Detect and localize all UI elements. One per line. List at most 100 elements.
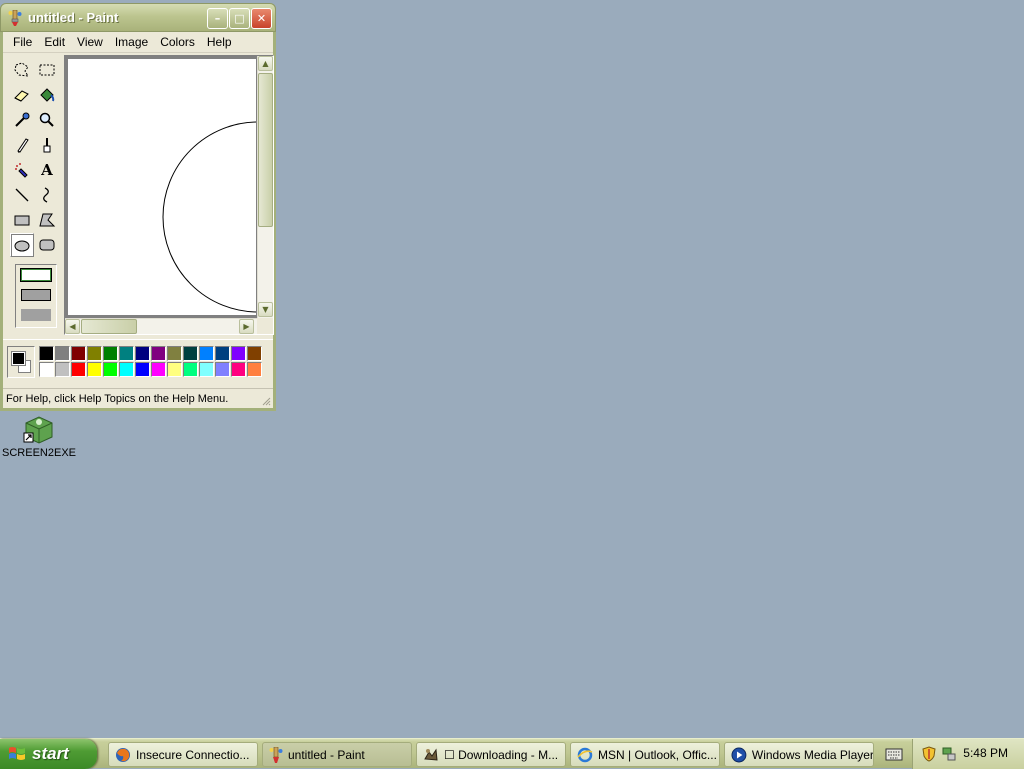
screen2exe-icon [23, 416, 53, 444]
start-label: start [32, 744, 69, 763]
palette-swatch[interactable] [151, 346, 166, 361]
palette-swatch[interactable] [167, 346, 182, 361]
menu-help[interactable]: Help [201, 33, 238, 51]
menu-bar: File Edit View Image Colors Help [3, 32, 273, 53]
paint-icon [269, 746, 283, 763]
palette-swatch[interactable] [55, 346, 70, 361]
taskbar-item-media-player[interactable]: Windows Media Player [724, 742, 874, 767]
network-icon[interactable] [941, 746, 957, 762]
clock[interactable]: 5:48 PM [963, 746, 1008, 760]
tool-line[interactable] [10, 183, 34, 207]
tool-curve[interactable] [35, 183, 59, 207]
taskbar-item-firefox[interactable]: Insecure Connectio... [108, 742, 258, 767]
line-icon [15, 188, 29, 202]
vertical-scrollbar[interactable]: ▲ ▼ [257, 56, 273, 318]
scroll-right-button[interactable]: ▶ [239, 319, 254, 334]
palette-swatch[interactable] [199, 362, 214, 377]
scroll-down-button[interactable]: ▼ [258, 302, 273, 317]
desktop-icon-label: SCREEN2EXE [2, 447, 76, 459]
palette-swatch[interactable] [87, 362, 102, 377]
windows-logo-icon [9, 747, 25, 760]
taskbar: start Insecure Connectio... untitled - P… [0, 738, 1024, 769]
scroll-up-button[interactable]: ▲ [258, 56, 273, 71]
tool-eraser[interactable] [10, 83, 34, 107]
drawing-canvas[interactable] [68, 59, 256, 315]
palette-swatch[interactable] [87, 346, 102, 361]
palette-swatch[interactable] [215, 362, 230, 377]
maximize-button[interactable]: □ [229, 8, 250, 29]
taskbar-item-downloading[interactable]: ☐ Downloading - M... [416, 742, 566, 767]
menu-view[interactable]: View [71, 33, 109, 51]
scroll-left-button[interactable]: ◀ [65, 319, 80, 334]
palette-swatch[interactable] [119, 362, 134, 377]
tool-text[interactable]: A [35, 158, 59, 182]
tool-magnifier[interactable] [35, 108, 59, 132]
horizontal-scrollbar[interactable]: ◀ ▶ [65, 318, 257, 334]
palette-swatch[interactable] [183, 362, 198, 377]
fill-style-outline-fill[interactable] [21, 289, 51, 301]
tool-fill-with-color[interactable] [35, 83, 59, 107]
palette-swatch[interactable] [247, 346, 262, 361]
tool-pencil[interactable] [10, 133, 34, 157]
palette-swatch[interactable] [39, 362, 54, 377]
security-shield-icon[interactable] [921, 746, 937, 762]
desktop-icon-screen2exe[interactable]: SCREEN2EXE [2, 413, 76, 465]
palette-swatch[interactable] [119, 346, 134, 361]
keyboard-icon[interactable] [884, 745, 904, 763]
color-box [3, 339, 273, 379]
palette-swatch[interactable] [231, 346, 246, 361]
canvas-area: ▲ ▼ ◀ ▶ [64, 55, 274, 335]
select-icon [39, 64, 55, 76]
taskbar-item-paint[interactable]: untitled - Paint [262, 742, 412, 767]
tool-select[interactable] [35, 58, 59, 82]
maximize-icon: □ [234, 12, 245, 25]
title-bar[interactable]: untitled - Paint – □ ✕ [0, 3, 276, 32]
menu-colors[interactable]: Colors [154, 33, 201, 51]
vertical-scroll-thumb[interactable] [258, 73, 273, 227]
palette-swatch[interactable] [183, 346, 198, 361]
menu-image[interactable]: Image [109, 33, 154, 51]
tool-polygon[interactable] [35, 208, 59, 232]
menu-edit[interactable]: Edit [38, 33, 71, 51]
palette-swatch[interactable] [135, 346, 150, 361]
tool-pick-color[interactable] [10, 108, 34, 132]
palette-swatch[interactable] [39, 346, 54, 361]
palette-swatch[interactable] [151, 362, 166, 377]
toolbox: A [7, 56, 61, 336]
horizontal-scroll-thumb[interactable] [81, 319, 137, 334]
tool-free-form-select[interactable] [10, 58, 34, 82]
menu-file[interactable]: File [7, 33, 38, 51]
resize-grip-icon[interactable] [261, 396, 271, 406]
palette-swatch[interactable] [103, 362, 118, 377]
palette-swatch[interactable] [199, 346, 214, 361]
palette-swatch[interactable] [167, 362, 182, 377]
polygon-icon [39, 213, 56, 227]
palette-swatch[interactable] [231, 362, 246, 377]
airbrush-icon [15, 163, 28, 178]
ie-icon [577, 747, 593, 762]
tool-airbrush[interactable] [10, 158, 34, 182]
start-button[interactable]: start [0, 739, 97, 769]
fill-style-outline[interactable] [20, 268, 52, 282]
tool-rectangle[interactable] [10, 208, 34, 232]
tool-brush[interactable] [35, 133, 59, 157]
palette-swatch[interactable] [247, 362, 262, 377]
palette-swatch[interactable] [135, 362, 150, 377]
palette-swatch[interactable] [215, 346, 230, 361]
close-button[interactable]: ✕ [251, 8, 272, 29]
eyedropper-icon [15, 112, 30, 127]
palette-swatch[interactable] [55, 362, 70, 377]
taskbar-item-label: MSN | Outlook, Offic... [598, 747, 717, 762]
fill-style-fill[interactable] [21, 309, 51, 321]
taskbar-item-label: Insecure Connectio... [136, 747, 250, 762]
palette-swatch[interactable] [103, 346, 118, 361]
taskbar-item-msn[interactable]: MSN | Outlook, Offic... [570, 742, 720, 767]
current-colors[interactable] [7, 346, 35, 378]
palette-swatch[interactable] [71, 346, 86, 361]
tool-ellipse[interactable] [10, 233, 34, 257]
tool-rounded-rectangle[interactable] [35, 233, 59, 257]
minimize-button[interactable]: – [207, 8, 228, 29]
paint-app-icon [8, 10, 22, 26]
fill-bucket-icon [40, 88, 55, 102]
palette-swatch[interactable] [71, 362, 86, 377]
